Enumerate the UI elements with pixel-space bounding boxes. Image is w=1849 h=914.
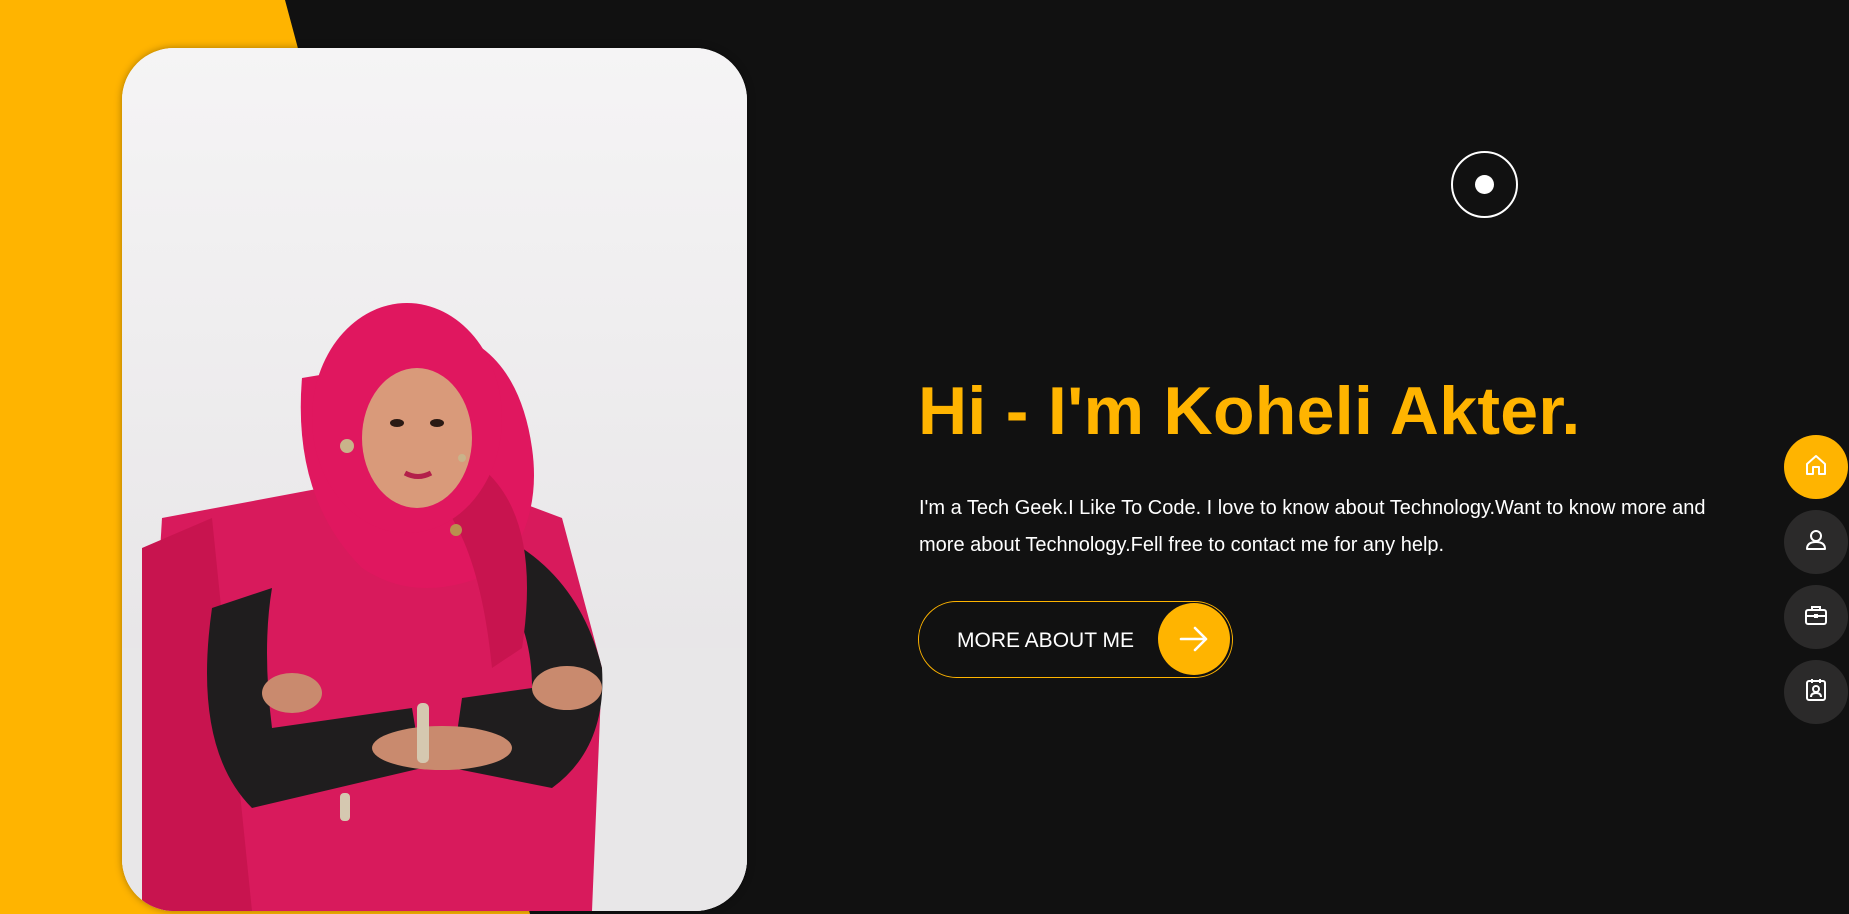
- nav-item-home[interactable]: [1784, 435, 1848, 499]
- cursor-dot: [1475, 175, 1494, 194]
- user-icon: [1803, 527, 1829, 558]
- nav-item-about[interactable]: [1784, 510, 1848, 574]
- hero-description: I'm a Tech Geek.I Like To Code. I love t…: [919, 497, 1706, 556]
- more-about-me-label: MORE ABOUT ME: [957, 629, 1134, 652]
- nav-item-contact[interactable]: [1784, 660, 1848, 724]
- arrow-right-icon: [1158, 603, 1230, 675]
- hero-title: Hi - I'm Koheli Akter.: [918, 373, 1581, 449]
- portrait-illustration: [122, 48, 747, 911]
- profile-photo: [122, 48, 747, 911]
- page: Hi - I'm Koheli Akter. I'm a Tech Geek.I…: [0, 0, 1849, 914]
- home-icon: [1803, 452, 1829, 483]
- more-about-me-button[interactable]: MORE ABOUT ME: [918, 601, 1233, 678]
- nav-item-portfolio[interactable]: [1784, 585, 1848, 649]
- contact-card-icon: [1803, 677, 1829, 708]
- briefcase-icon: [1803, 602, 1829, 633]
